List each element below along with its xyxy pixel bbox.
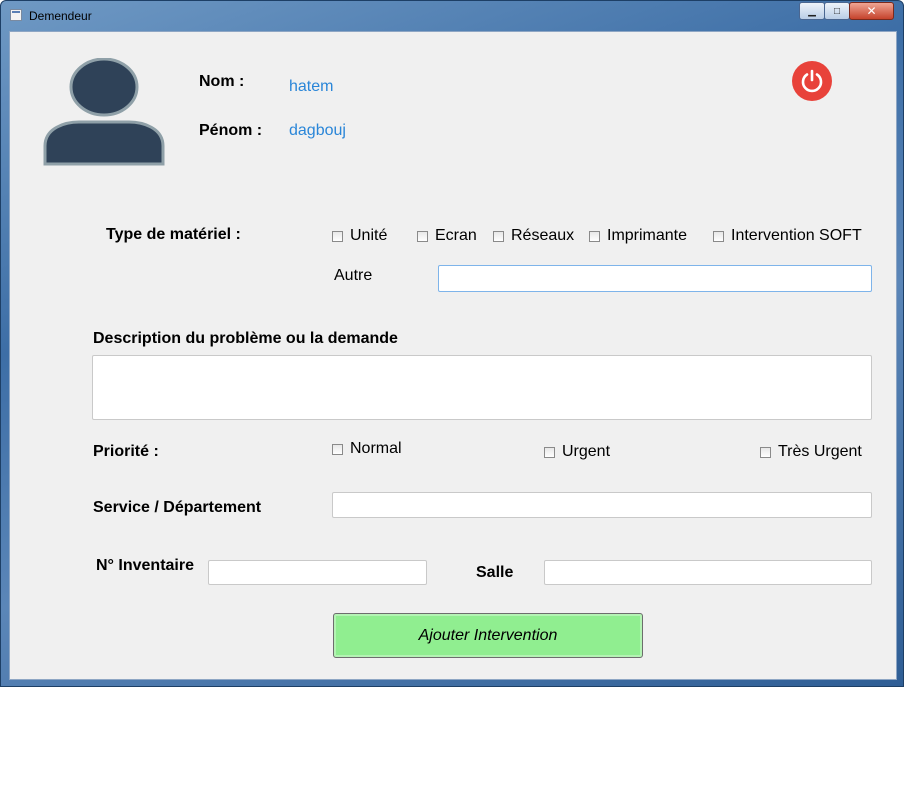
checkbox-reseaux[interactable]: Réseaux (493, 227, 574, 245)
description-label: Description du problème ou la demande (93, 330, 398, 347)
caption-buttons: ▁ □ ✕ (799, 2, 894, 20)
checkbox-label: Ecran (435, 227, 477, 244)
checkbox-box[interactable] (760, 446, 771, 458)
checkbox-normal[interactable]: Normal (332, 440, 402, 458)
nom-value: hatem (289, 78, 334, 95)
power-icon (801, 69, 823, 93)
prenom-value: dagbouj (289, 122, 346, 139)
maximize-button[interactable]: □ (824, 2, 850, 20)
nom-label: Nom : (199, 73, 245, 90)
checkbox-label: Imprimante (607, 227, 688, 244)
salle-input[interactable] (544, 560, 872, 585)
checkbox-box[interactable] (493, 230, 504, 242)
inventaire-label: N° Inventaire (96, 557, 194, 574)
materiel-label: Type de matériel : (106, 226, 241, 243)
service-label: Service / Département (93, 499, 262, 516)
app-window: Demendeur ▁ □ ✕ Nom : hatem Pénom : dagb… (0, 0, 904, 687)
form-client-area: Nom : hatem Pénom : dagbouj Type de maté… (9, 31, 897, 680)
service-input[interactable] (332, 492, 872, 518)
prenom-label: Pénom : (199, 122, 263, 139)
checkbox-intervention-soft[interactable]: Intervention SOFT (713, 227, 862, 245)
checkbox-box[interactable] (332, 230, 343, 242)
checkbox-label: Urgent (562, 443, 611, 460)
user-silhouette-icon (43, 58, 165, 166)
logout-power-button[interactable] (792, 61, 832, 101)
checkbox-tres-urgent[interactable]: Très Urgent (760, 443, 862, 461)
checkbox-box[interactable] (589, 230, 600, 242)
autre-label: Autre (334, 267, 373, 284)
description-textarea[interactable] (92, 355, 872, 420)
checkbox-urgent[interactable]: Urgent (544, 443, 610, 461)
checkbox-label: Normal (350, 440, 402, 457)
priorite-label: Priorité : (93, 443, 159, 460)
ajouter-intervention-button[interactable]: Ajouter Intervention (333, 613, 643, 658)
checkbox-label: Réseaux (511, 227, 575, 244)
salle-label: Salle (476, 564, 514, 581)
minimize-button[interactable]: ▁ (799, 2, 825, 20)
close-button[interactable]: ✕ (849, 2, 894, 20)
checkbox-box[interactable] (417, 230, 428, 242)
autre-input[interactable] (438, 265, 872, 292)
checkbox-box[interactable] (544, 446, 555, 458)
checkbox-box[interactable] (332, 443, 343, 455)
checkbox-label: Unité (350, 227, 388, 244)
checkbox-label: Intervention SOFT (731, 227, 862, 244)
app-window-icon (10, 9, 22, 21)
checkbox-label: Très Urgent (778, 443, 862, 460)
window-title: Demendeur (29, 9, 92, 23)
inventaire-input[interactable] (208, 560, 427, 585)
checkbox-ecran[interactable]: Ecran (417, 227, 477, 245)
checkbox-imprimante[interactable]: Imprimante (589, 227, 687, 245)
checkbox-box[interactable] (713, 230, 724, 242)
checkbox-unite[interactable]: Unité (332, 227, 387, 245)
title-bar[interactable]: Demendeur ▁ □ ✕ (1, 1, 903, 31)
